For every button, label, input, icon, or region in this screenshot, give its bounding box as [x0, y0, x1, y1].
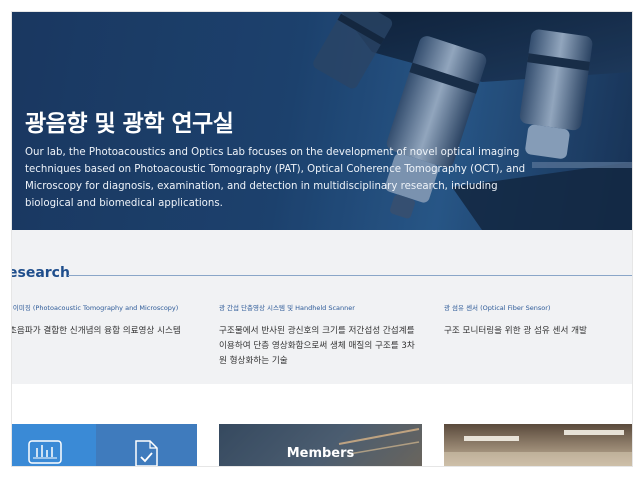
members-card[interactable]: Members — [219, 424, 422, 466]
research-item-description: 구조 모니터링을 위한 광 섬유 센서 개발 — [444, 326, 587, 336]
research-item-category: l 이미징 (Photoacoustic Tomography and Micr… — [12, 304, 179, 312]
research-section: esearch l 이미징 (Photoacoustic Tomography … — [12, 230, 632, 384]
page-title: 광음향 및 광학 연구실 — [25, 111, 234, 137]
research-item-description: 구조물에서 반사된 광신호의 크기를 저간섭성 간섭계를 이용하여 단층 영상화… — [219, 326, 415, 366]
facilities-card[interactable] — [444, 424, 632, 466]
research-item-oct[interactable]: 광 간섭 단층영상 시스템 및 Handheld Scanner 구조물에서 반… — [219, 302, 422, 369]
facilities-photo — [444, 430, 632, 466]
hero-banner: 광음향 및 광학 연구실 Our lab, the Photoacoustics… — [12, 12, 632, 230]
research-heading: esearch — [12, 265, 70, 281]
projects-card[interactable] — [96, 424, 197, 466]
publications-card[interactable] — [12, 424, 96, 466]
research-item-category: 광 섬유 센서 (Optical Fiber Sensor) — [444, 304, 551, 312]
lab-description: Our lab, the Photoacoustics and Optics L… — [25, 147, 526, 209]
research-divider — [68, 275, 632, 276]
members-label: Members — [286, 446, 355, 461]
research-item-fiber-sensor[interactable]: 광 섬유 센서 (Optical Fiber Sensor) 구조 모니터링을 … — [444, 302, 624, 339]
research-item-description: 초음파가 결합한 신개념의 융합 의료영상 시스템 — [12, 326, 181, 336]
research-item-category: 광 간섭 단층영상 시스템 및 Handheld Scanner — [219, 304, 355, 312]
research-item-photoacoustic[interactable]: l 이미징 (Photoacoustic Tomography and Micr… — [12, 302, 199, 339]
bar-chart-icon — [28, 440, 62, 464]
research-title: esearch — [12, 265, 70, 281]
page-frame: 광음향 및 광학 연구실 Our lab, the Photoacoustics… — [12, 12, 632, 466]
quick-links: Members — [12, 384, 632, 466]
document-check-icon — [135, 440, 158, 466]
